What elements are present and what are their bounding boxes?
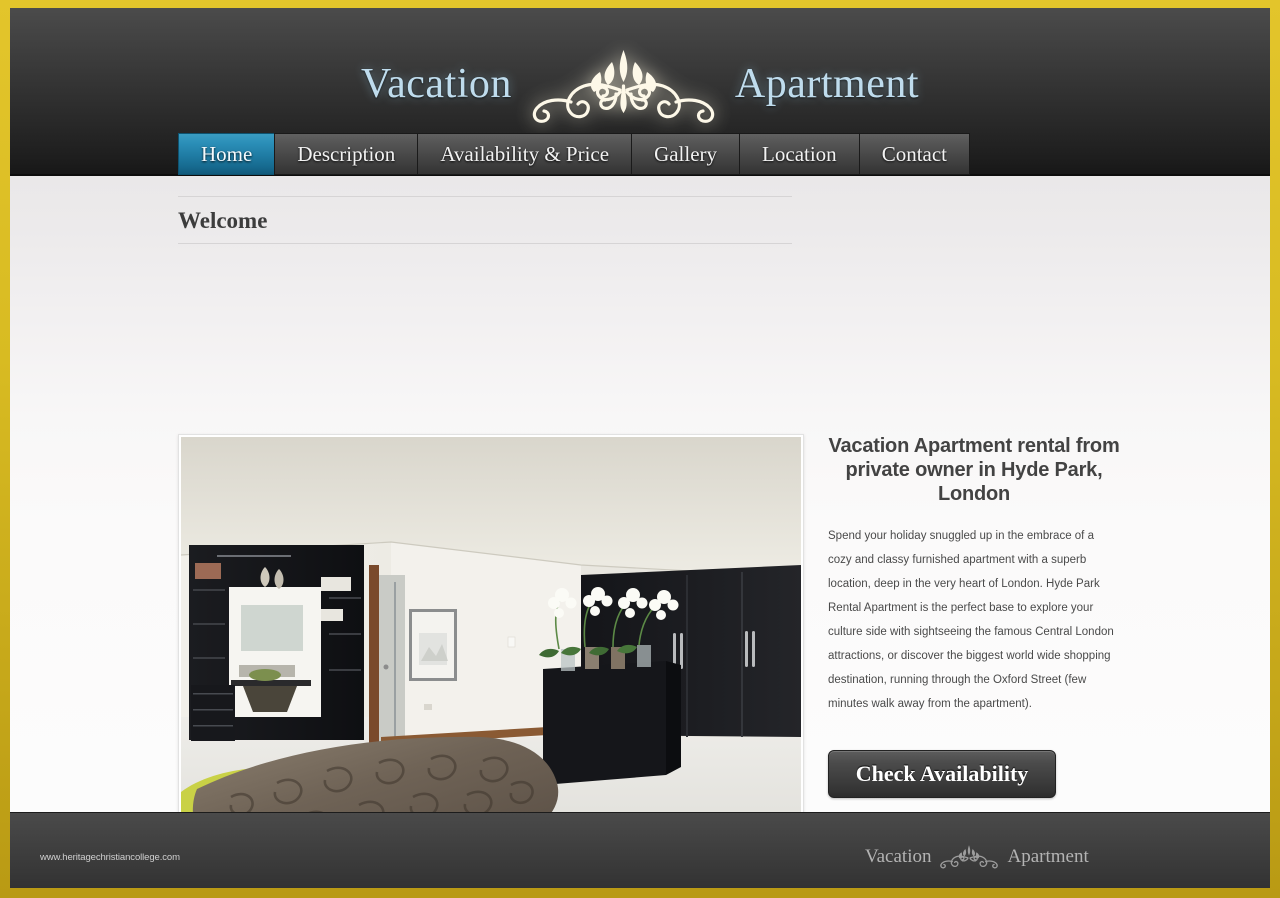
sidebar-heading: Vacation Apartment rental from private o… <box>828 435 1120 505</box>
page-title: Welcome <box>178 208 268 233</box>
divider-top <box>178 196 792 197</box>
check-availability-button[interactable]: Check Availability <box>828 750 1056 798</box>
page-inner: Vacation Apartment Home Description Avai… <box>10 8 1270 888</box>
nav-tab-location[interactable]: Location <box>739 133 859 175</box>
cta-container: Check Availability <box>828 750 1120 798</box>
main-content: Welcome Vacation Apartment rental from p… <box>10 176 1270 888</box>
nav-tab-home[interactable]: Home <box>178 133 275 175</box>
site-logo[interactable]: Vacation Apartment <box>10 42 1270 126</box>
nav-tab-contact[interactable]: Contact <box>858 133 971 175</box>
welcome-section: Welcome <box>178 196 792 245</box>
logo-word-apartment: Apartment <box>734 61 920 107</box>
sidebar-body-text: Spend your holiday snuggled up in the em… <box>828 530 1114 710</box>
flourish-ornament-icon <box>516 42 731 126</box>
logo-word-vacation: Vacation <box>360 61 512 107</box>
sidebar-panel: Vacation Apartment rental from private o… <box>828 434 1120 798</box>
footer-website-link[interactable]: www.heritagechristiancollege.com <box>40 852 180 863</box>
footer-logo-word-vacation: Vacation <box>865 845 932 867</box>
site-header: Vacation Apartment Home Description Avai… <box>10 8 1270 176</box>
footer-flourish-ornament-icon <box>935 841 1003 871</box>
page-frame: Vacation Apartment Home Description Avai… <box>0 0 1280 898</box>
divider-bottom <box>178 243 792 245</box>
nav-tab-availability-price[interactable]: Availability & Price <box>417 133 632 175</box>
gallery-image[interactable] <box>181 437 801 847</box>
gallery-image-frame <box>178 434 804 850</box>
site-footer: www.heritagechristiancollege.com Vacatio… <box>10 812 1270 888</box>
footer-logo[interactable]: Vacation Apartment <box>865 839 1089 873</box>
footer-logo-word-apartment: Apartment <box>1007 845 1089 867</box>
nav-tab-gallery[interactable]: Gallery <box>631 133 740 175</box>
main-nav: Home Description Availability & Price Ga… <box>178 133 971 175</box>
nav-tab-description[interactable]: Description <box>274 133 418 175</box>
